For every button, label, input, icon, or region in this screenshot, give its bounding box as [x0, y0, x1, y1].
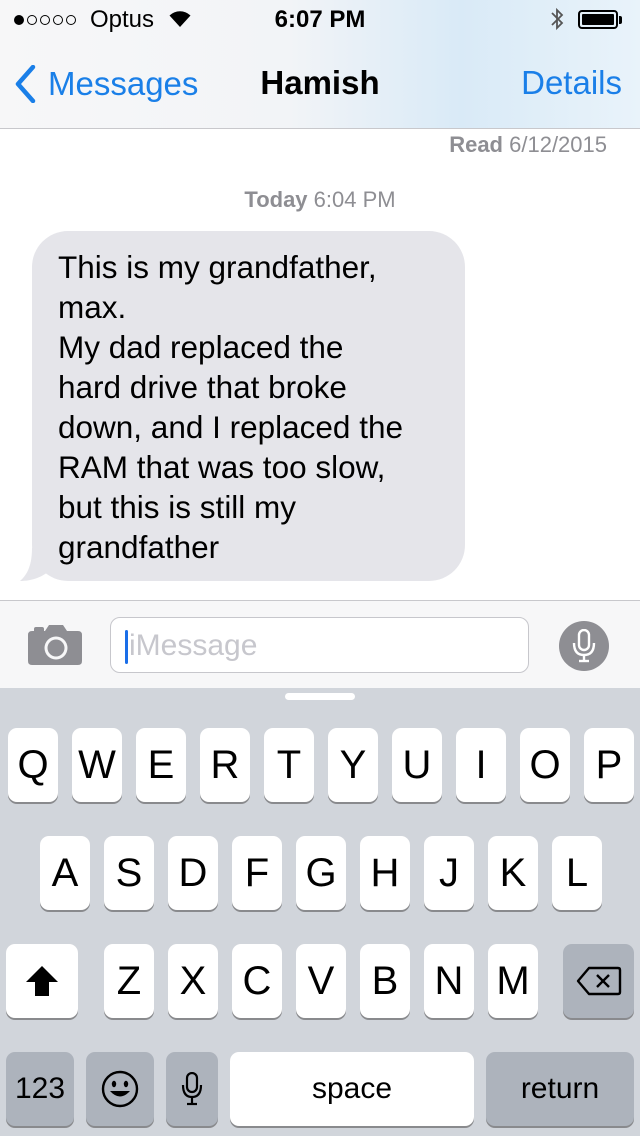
key-h[interactable]: H — [360, 836, 410, 910]
details-button[interactable]: Details — [521, 64, 622, 102]
microphone-icon — [181, 1072, 203, 1106]
read-receipt-label: Read — [449, 132, 503, 157]
read-receipt-date: 6/12/2015 — [509, 132, 607, 157]
battery-icon — [578, 10, 622, 29]
message-input-placeholder: iMessage — [129, 629, 258, 662]
key-i[interactable]: I — [456, 728, 506, 802]
shift-key[interactable] — [6, 944, 78, 1018]
key-x[interactable]: X — [168, 944, 218, 1018]
key-b[interactable]: B — [360, 944, 410, 1018]
key-n[interactable]: N — [424, 944, 474, 1018]
dictation-button[interactable] — [559, 621, 609, 671]
key-l[interactable]: L — [552, 836, 602, 910]
dictation-key[interactable] — [166, 1052, 218, 1126]
shift-icon — [26, 966, 58, 996]
key-q[interactable]: Q — [8, 728, 58, 802]
emoji-key[interactable] — [86, 1052, 154, 1126]
backspace-icon — [576, 966, 621, 996]
key-k[interactable]: K — [488, 836, 538, 910]
key-j[interactable]: J — [424, 836, 474, 910]
key-u[interactable]: U — [392, 728, 442, 802]
timestamp-day: Today — [244, 187, 308, 212]
numbers-key[interactable]: 123 — [6, 1052, 74, 1126]
key-g[interactable]: G — [296, 836, 346, 910]
message-input[interactable]: iMessage — [110, 617, 529, 673]
status-time: 6:07 PM — [274, 6, 366, 33]
message-input-bar: iMessage — [0, 600, 640, 689]
key-r[interactable]: R — [200, 728, 250, 802]
keyboard-handle[interactable] — [285, 693, 355, 700]
key-e[interactable]: E — [136, 728, 186, 802]
key-p[interactable]: P — [584, 728, 634, 802]
key-d[interactable]: D — [168, 836, 218, 910]
read-receipt: Read 6/12/2015 — [449, 132, 607, 158]
key-t[interactable]: T — [264, 728, 314, 802]
return-key[interactable]: return — [486, 1052, 634, 1126]
message-timestamp: Today 6:04 PM — [0, 187, 640, 213]
keyboard: Q W E R T Y U I O P A S D F G H J K L Z … — [0, 688, 640, 1136]
bluetooth-icon — [550, 6, 564, 37]
key-a[interactable]: A — [40, 836, 90, 910]
top-bar: Optus 6:07 PM Messages Hamish Details — [0, 0, 640, 129]
incoming-message-bubble[interactable]: This is my grandfather, max. My dad repl… — [32, 231, 465, 581]
key-y[interactable]: Y — [328, 728, 378, 802]
key-w[interactable]: W — [72, 728, 122, 802]
key-z[interactable]: Z — [104, 944, 154, 1018]
emoji-icon — [101, 1070, 139, 1108]
key-f[interactable]: F — [232, 836, 282, 910]
text-cursor — [125, 630, 128, 664]
microphone-icon — [572, 629, 596, 663]
key-s[interactable]: S — [104, 836, 154, 910]
space-key[interactable]: space — [230, 1052, 474, 1126]
key-v[interactable]: V — [296, 944, 346, 1018]
camera-button[interactable] — [28, 625, 82, 670]
timestamp-time: 6:04 PM — [313, 187, 396, 212]
key-c[interactable]: C — [232, 944, 282, 1018]
key-m[interactable]: M — [488, 944, 538, 1018]
camera-icon — [28, 625, 82, 665]
status-bar: Optus 6:07 PM — [0, 0, 640, 40]
message-text: This is my grandfather, max. My dad repl… — [58, 249, 403, 565]
key-o[interactable]: O — [520, 728, 570, 802]
delete-key[interactable] — [563, 944, 634, 1018]
